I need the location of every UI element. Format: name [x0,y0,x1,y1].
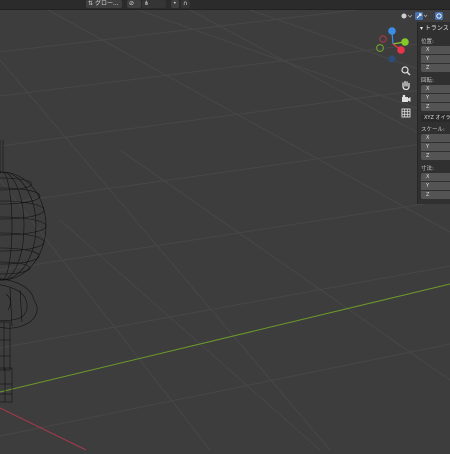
object-type-visibility-button[interactable] [399,10,413,22]
x-axis-icon[interactable] [397,46,405,54]
falloff-icon: ∩ [183,0,188,7]
wireframe-character [0,140,47,403]
proportional-icon: • [173,0,177,7]
gizmo-icon [415,12,428,20]
scale-label: スケール: [421,127,445,133]
z-axis-icon[interactable] [388,27,396,35]
rotation-y-field[interactable]: Y [421,94,450,102]
orientation-label: グロー... [94,0,119,7]
camera-icon [402,94,411,102]
3d-viewport[interactable] [0,0,450,451]
orientation-icon: ⇅ [88,0,94,7]
panel-title[interactable]: ▾ トランス [420,23,449,32]
location-y-field[interactable]: Y [421,55,450,63]
hand-pan-icon [402,80,410,90]
gizmo-toggle-button[interactable] [414,10,428,22]
pan-button[interactable] [399,79,413,91]
y-axis-icon[interactable] [401,38,409,46]
neg-x-axis-icon[interactable] [379,35,387,43]
overlay-icon [435,12,443,20]
camera-view-button[interactable] [399,93,413,105]
rotation-mode-dropdown[interactable]: XYZ オイラ [421,114,450,122]
neg-y-axis-icon[interactable] [375,44,385,53]
grid-view-icon [401,108,411,118]
location-z-field[interactable]: Z [421,64,450,72]
dimensions-label: 寸法: [421,166,434,172]
snap-toggle[interactable]: ⋔ [142,0,166,8]
overlay-toggle-button[interactable] [434,10,448,22]
magnet-icon: ⋔ [144,0,150,7]
dimensions-x-field[interactable]: X [421,173,450,181]
rotation-z-field[interactable]: Z [421,103,450,111]
location-x-field[interactable]: X [421,46,450,54]
scale-x-field[interactable]: X [421,134,450,142]
dimensions-z-field[interactable]: Z [421,191,450,199]
transform-orientation-dropdown[interactable]: ⇅ グロー... [86,0,122,8]
viewport-header: ⇅ グロー... ⊘ ⋔ • ∩ [0,0,450,10]
navigation-gizmo[interactable] [372,22,416,66]
proportional-editing-button[interactable]: • [171,0,179,8]
zoom-icon [401,66,411,76]
scale-z-field[interactable]: Z [421,152,450,160]
rotation-label: 回転: [421,78,434,84]
y-axis-line [0,283,450,393]
sidebar-transform-panel: ▾ トランス 位置: X Y Z 回転: X Y Z XYZ オイラ スケール:… [417,22,450,204]
floor-grid [0,0,450,451]
x-axis-line [0,407,87,451]
location-label: 位置: [421,39,434,45]
rotation-x-field[interactable]: X [421,85,450,93]
scale-y-field[interactable]: Y [421,143,450,151]
perspective-toggle-button[interactable] [399,107,413,119]
eye-filter-icon [401,13,413,19]
pivot-icon: ⊘ [129,0,135,7]
falloff-button[interactable]: ∩ [181,0,190,8]
zoom-button[interactable] [399,65,413,77]
dimensions-y-field[interactable]: Y [421,182,450,190]
pivot-point-button[interactable]: ⊘ [127,0,141,8]
neg-z-axis-icon[interactable] [388,55,396,63]
viewport-canvas [0,0,450,451]
